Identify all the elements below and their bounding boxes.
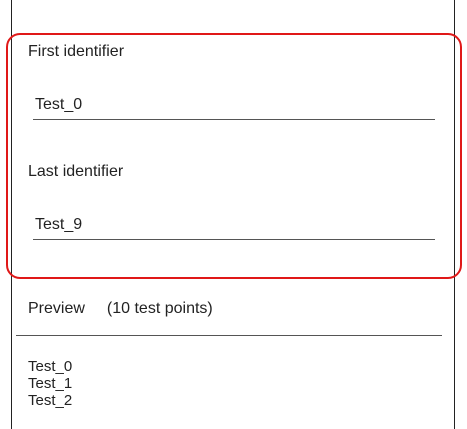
first-identifier-label: First identifier <box>28 43 125 60</box>
preview-count: (10 test points) <box>106 300 213 317</box>
preview-divider <box>16 335 442 336</box>
panel-left-border <box>11 0 12 429</box>
list-item: Test_1 <box>28 375 73 392</box>
test-point-range-panel: First identifier Last identifier Preview… <box>0 0 467 429</box>
panel-right-border <box>454 0 455 429</box>
last-identifier-input[interactable] <box>33 214 435 240</box>
list-item: Test_2 <box>28 392 73 409</box>
list-item: Test_0 <box>28 358 73 375</box>
identifier-range-highlight <box>6 33 462 279</box>
last-identifier-label: Last identifier <box>28 163 124 180</box>
preview-label: Preview <box>28 300 85 317</box>
preview-header: Preview (10 test points) <box>28 300 213 318</box>
preview-list: Test_0 Test_1 Test_2 <box>28 358 72 409</box>
first-identifier-input[interactable] <box>33 94 435 120</box>
